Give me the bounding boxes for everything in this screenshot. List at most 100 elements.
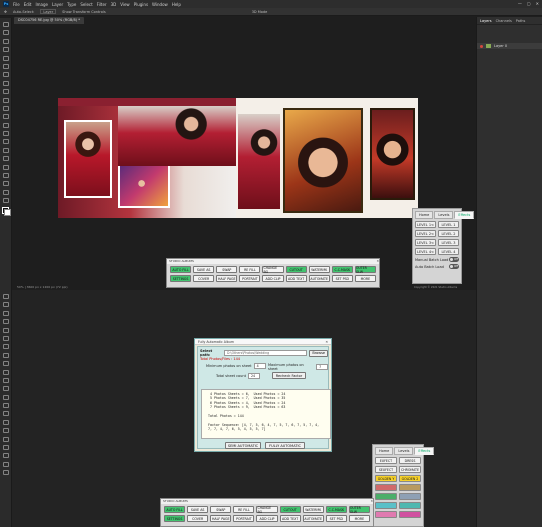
layer-row[interactable]: Layer 0: [477, 43, 542, 49]
tab-layers[interactable]: Layers: [480, 19, 492, 23]
minimize-icon[interactable]: —: [518, 1, 522, 6]
brush-tool-icon[interactable]: [2, 361, 9, 367]
browse-button[interactable]: Browse: [309, 349, 328, 357]
min-photos-input[interactable]: 4: [253, 363, 266, 369]
effect-button-11[interactable]: [399, 502, 421, 509]
level-1-prev-button[interactable]: LEVEL 1<: [415, 221, 436, 228]
more-tools-icon[interactable]: [2, 198, 9, 204]
menu-3d[interactable]: 3D: [111, 2, 117, 7]
total-sheets-input[interactable]: 24: [248, 372, 260, 379]
menu-view[interactable]: View: [120, 2, 130, 7]
half-page-button[interactable]: HALF PAGE: [216, 275, 238, 282]
close-icon[interactable]: ✕: [536, 1, 539, 6]
add-text-button[interactable]: ADD TEXT: [285, 275, 307, 282]
history-brush-tool-icon[interactable]: [2, 377, 9, 383]
quick-select-tool-icon[interactable]: [2, 47, 9, 53]
level-2-button[interactable]: LEVEL 2: [438, 230, 459, 237]
eyedropper-tool-icon[interactable]: [2, 344, 9, 350]
more-tools-icon[interactable]: [2, 470, 9, 476]
eraser-tool-icon[interactable]: [2, 386, 9, 392]
cutout-button[interactable]: CUTOUT: [285, 266, 307, 273]
blur-tool-icon[interactable]: [2, 131, 9, 137]
outer-glow-button[interactable]: OUTER GLW: [354, 266, 376, 274]
clone-stamp-tool-icon[interactable]: [2, 97, 9, 103]
marquee-tool-icon[interactable]: [2, 30, 9, 36]
crop-tool-icon[interactable]: [2, 327, 9, 333]
more-button[interactable]: MORE: [354, 275, 376, 282]
hand-tool-icon[interactable]: [2, 181, 9, 187]
change-bg-button[interactable]: CHANGE BG: [256, 506, 278, 514]
menu-file[interactable]: File: [13, 2, 20, 7]
auto-fill-button[interactable]: AUTO FILL: [170, 266, 192, 273]
tab-levels[interactable]: Levels: [434, 211, 454, 219]
automate-button[interactable]: AUTOMATE: [302, 515, 324, 522]
layer-select[interactable]: Layer: [40, 9, 57, 14]
fully-automatic-button[interactable]: FULLY AUTOMATIC: [265, 442, 305, 449]
tab-paths[interactable]: Paths: [516, 19, 526, 23]
gradient-tool-icon[interactable]: [2, 394, 9, 400]
lasso-tool-icon[interactable]: [2, 310, 9, 316]
level-1-button[interactable]: LEVEL 1: [438, 221, 459, 228]
auto-fill-button[interactable]: AUTO FILL: [164, 506, 186, 513]
effect-button-7[interactable]: [399, 484, 421, 491]
set-psd-button[interactable]: SET PSD: [325, 515, 347, 522]
close-icon[interactable]: ✕: [325, 339, 328, 344]
cutout-button[interactable]: CUTOUT: [279, 506, 301, 513]
path-select-tool-icon[interactable]: [2, 436, 9, 442]
shape-tool-icon[interactable]: [2, 173, 9, 179]
tab-home[interactable]: Home: [375, 447, 394, 455]
pen-tool-icon[interactable]: [2, 147, 9, 153]
menu-select[interactable]: Select: [80, 2, 92, 7]
eraser-tool-icon[interactable]: [2, 114, 9, 120]
zoom-tool-icon[interactable]: [2, 189, 9, 195]
tab-effects[interactable]: Effects: [414, 447, 435, 455]
eyedropper-tool-icon[interactable]: [2, 72, 9, 78]
level-3-button[interactable]: LEVEL 3: [438, 239, 459, 246]
menu-image[interactable]: Image: [35, 2, 48, 7]
tab-levels[interactable]: Levels: [394, 447, 414, 455]
effect-button-8[interactable]: [375, 493, 397, 500]
type-tool-icon[interactable]: [2, 156, 9, 162]
close-icon[interactable]: ✕: [376, 259, 379, 264]
quick-select-tool-icon[interactable]: [2, 319, 9, 325]
visibility-eye-icon[interactable]: [480, 44, 483, 48]
effect-button-0[interactable]: EXFECT: [375, 457, 397, 464]
show-transform-checkbox[interactable]: Show Transform Controls: [62, 10, 106, 14]
effect-button-5[interactable]: GOLDEN 2: [399, 475, 421, 482]
frame-tool-icon[interactable]: [2, 335, 9, 341]
zoom-tool-icon[interactable]: [2, 461, 9, 467]
add-clip-button[interactable]: ADD CLIP: [256, 515, 278, 522]
menu-edit[interactable]: Edit: [24, 2, 32, 7]
menu-window[interactable]: Window: [152, 2, 168, 7]
set-psd-button[interactable]: SET PSD: [331, 275, 353, 282]
menu-type[interactable]: Type: [67, 2, 76, 7]
move-tool-icon[interactable]: [2, 22, 9, 27]
swap-button[interactable]: SWAP: [210, 506, 232, 513]
portrait-button[interactable]: PORTRAIT: [239, 275, 261, 282]
cover-button[interactable]: COVER: [193, 275, 215, 282]
add-clip-button[interactable]: ADD CLIP: [262, 275, 284, 282]
settings-button[interactable]: SETTINGS: [164, 515, 186, 522]
type-tool-icon[interactable]: [2, 428, 9, 434]
effect-button-12[interactable]: [375, 511, 397, 518]
maximize-icon[interactable]: ▢: [527, 1, 531, 6]
history-brush-tool-icon[interactable]: [2, 105, 9, 111]
portrait-button[interactable]: PORTRAIT: [233, 515, 255, 522]
healing-tool-icon[interactable]: [2, 80, 9, 86]
re-fill-button[interactable]: RE FILL: [239, 266, 261, 273]
blur-tool-icon[interactable]: [2, 403, 9, 409]
cc-mask-button[interactable]: C.C.MASK: [325, 506, 347, 513]
close-icon[interactable]: ✕: [370, 499, 373, 504]
effect-button-3[interactable]: CHROMATE: [399, 466, 421, 473]
background-color-swatch[interactable]: [4, 208, 11, 216]
document-tab[interactable]: DSC04756 RE.jpg @ 50% (RGB/8) *: [14, 17, 84, 24]
menu-plugins[interactable]: Plugins: [134, 2, 148, 7]
effect-button-6[interactable]: [375, 484, 397, 491]
results-textarea[interactable]: 4 Photos Sheets = 6, Used Photos = 24 5 …: [201, 389, 331, 439]
outer-glow-button[interactable]: OUTER GLW: [348, 506, 370, 514]
lasso-tool-icon[interactable]: [2, 38, 9, 44]
semi-automatic-button[interactable]: SEMI AUTOMATIC: [225, 442, 261, 449]
crop-tool-icon[interactable]: [2, 55, 9, 61]
max-photos-input[interactable]: 7: [316, 364, 328, 370]
tab-effects[interactable]: Effects: [454, 211, 475, 219]
